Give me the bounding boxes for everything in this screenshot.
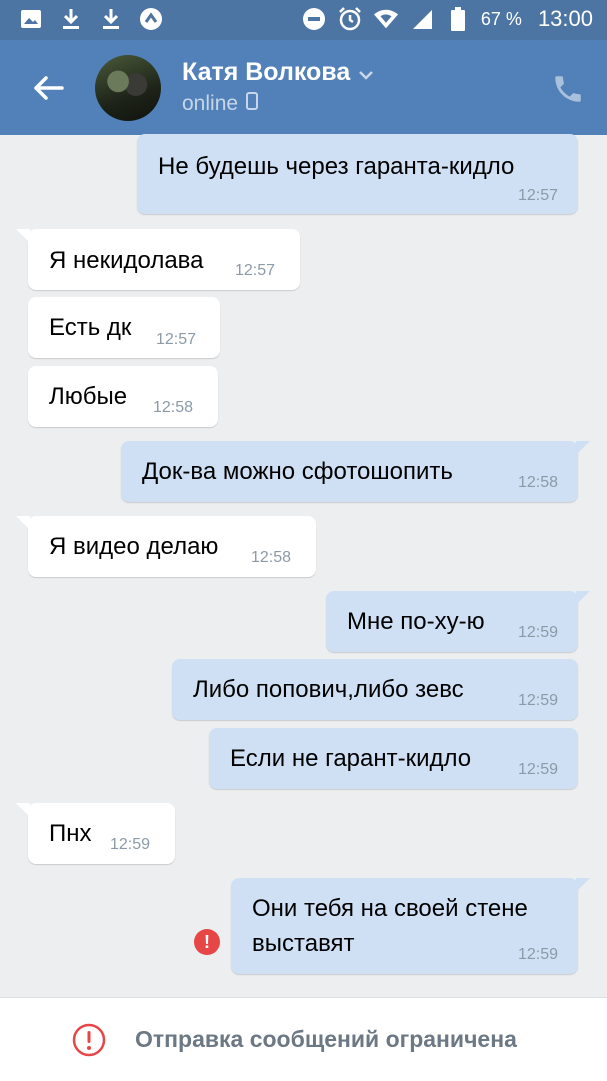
- outgoing-message-bubble[interactable]: Либо попович,либо зевс 12:59: [172, 659, 578, 720]
- message-text: Если не гарант-кидло: [230, 745, 472, 772]
- message-time: 12:59: [517, 692, 558, 709]
- message-time: 12:58: [153, 399, 194, 416]
- contact-name-button[interactable]: Катя Волкова: [182, 58, 374, 87]
- message-time: 12:57: [156, 331, 197, 348]
- alarm-icon: [337, 6, 363, 32]
- message-text: Любые: [49, 383, 128, 410]
- bubble-tail: [16, 229, 30, 243]
- outgoing-message-bubble[interactable]: Не будешь через гаранта-кидло 12:57: [137, 134, 578, 214]
- bubble-tail: [576, 441, 590, 455]
- message-time: 12:58: [251, 549, 292, 566]
- contact-name: Катя Волкова: [182, 58, 351, 86]
- message-time: 12:59: [517, 624, 558, 641]
- message-text: Пнх: [49, 820, 92, 847]
- outgoing-message-bubble[interactable]: Если не гарант-кидло 12:59: [209, 728, 578, 789]
- dnd-icon: [301, 6, 327, 32]
- message-text: Я видео делаю: [49, 533, 219, 560]
- battery-percentage: 67 %: [480, 8, 522, 29]
- back-arrow-icon[interactable]: [30, 70, 66, 106]
- chat-header: Катя Волкова online: [0, 40, 607, 135]
- message-time: 12:59: [517, 946, 558, 963]
- send-error-icon[interactable]: !: [194, 929, 220, 955]
- message-text: Не будешь через гаранта-кидло: [158, 153, 515, 180]
- message-text-line2: выставят: [252, 930, 355, 957]
- incoming-message-bubble[interactable]: Любые 12:58: [28, 366, 218, 427]
- incoming-message-bubble[interactable]: Пнх 12:59: [16, 803, 175, 864]
- message-time: 12:57: [235, 262, 276, 279]
- message-time: 12:58: [517, 474, 558, 491]
- download-icon: [58, 6, 84, 32]
- vpn-icon: [138, 6, 164, 32]
- download-icon: [98, 6, 124, 32]
- incoming-message-bubble[interactable]: Я видео делаю 12:58: [16, 516, 316, 577]
- avatar[interactable]: [95, 55, 161, 121]
- bubble-tail: [16, 516, 30, 530]
- restricted-notice-bar: Отправка сообщений ограничена: [0, 997, 607, 1081]
- bubble-tail: [576, 591, 590, 605]
- message-time: 12:57: [517, 187, 558, 204]
- message-text: Либо попович,либо зевс: [193, 676, 464, 703]
- phone-call-icon[interactable]: [551, 72, 585, 106]
- message-text: Есть дк: [49, 314, 132, 341]
- message-time: 12:59: [517, 761, 558, 778]
- message-text: Док-ва можно сфотошопить: [142, 458, 453, 485]
- signal-icon: [409, 6, 435, 32]
- outgoing-message-bubble[interactable]: Док-ва можно сфотошопить 12:58: [121, 441, 590, 502]
- clock-time: 13:00: [537, 6, 593, 31]
- image-icon: [18, 6, 44, 32]
- incoming-message-bubble[interactable]: Есть дк 12:57: [28, 297, 220, 358]
- chevron-down-icon: [358, 58, 374, 87]
- battery-icon: [445, 6, 471, 32]
- bubble-tail: [16, 803, 30, 817]
- outgoing-message-bubble[interactable]: Они тебя на своей стене выставят 12:59: [231, 878, 590, 974]
- message-text: Мне по-ху-ю: [347, 608, 485, 635]
- online-status-text: online: [182, 92, 239, 115]
- outgoing-message-bubble[interactable]: Мне по-ху-ю 12:59: [326, 591, 590, 652]
- status-bar: 67 % 13:00: [0, 0, 607, 40]
- mobile-icon: [246, 92, 259, 116]
- contact-status: online: [182, 92, 259, 116]
- message-text: Они тебя на своей стене: [252, 895, 528, 922]
- incoming-message-bubble[interactable]: Я некидолава 12:57: [16, 229, 300, 290]
- wifi-icon: [373, 6, 399, 32]
- restricted-notice-text: Отправка сообщений ограничена: [135, 1026, 517, 1052]
- warning-circle-icon: [72, 1023, 106, 1057]
- message-time: 12:59: [110, 836, 151, 853]
- message-text: Я некидолава: [49, 247, 204, 274]
- bubble-tail: [576, 878, 590, 892]
